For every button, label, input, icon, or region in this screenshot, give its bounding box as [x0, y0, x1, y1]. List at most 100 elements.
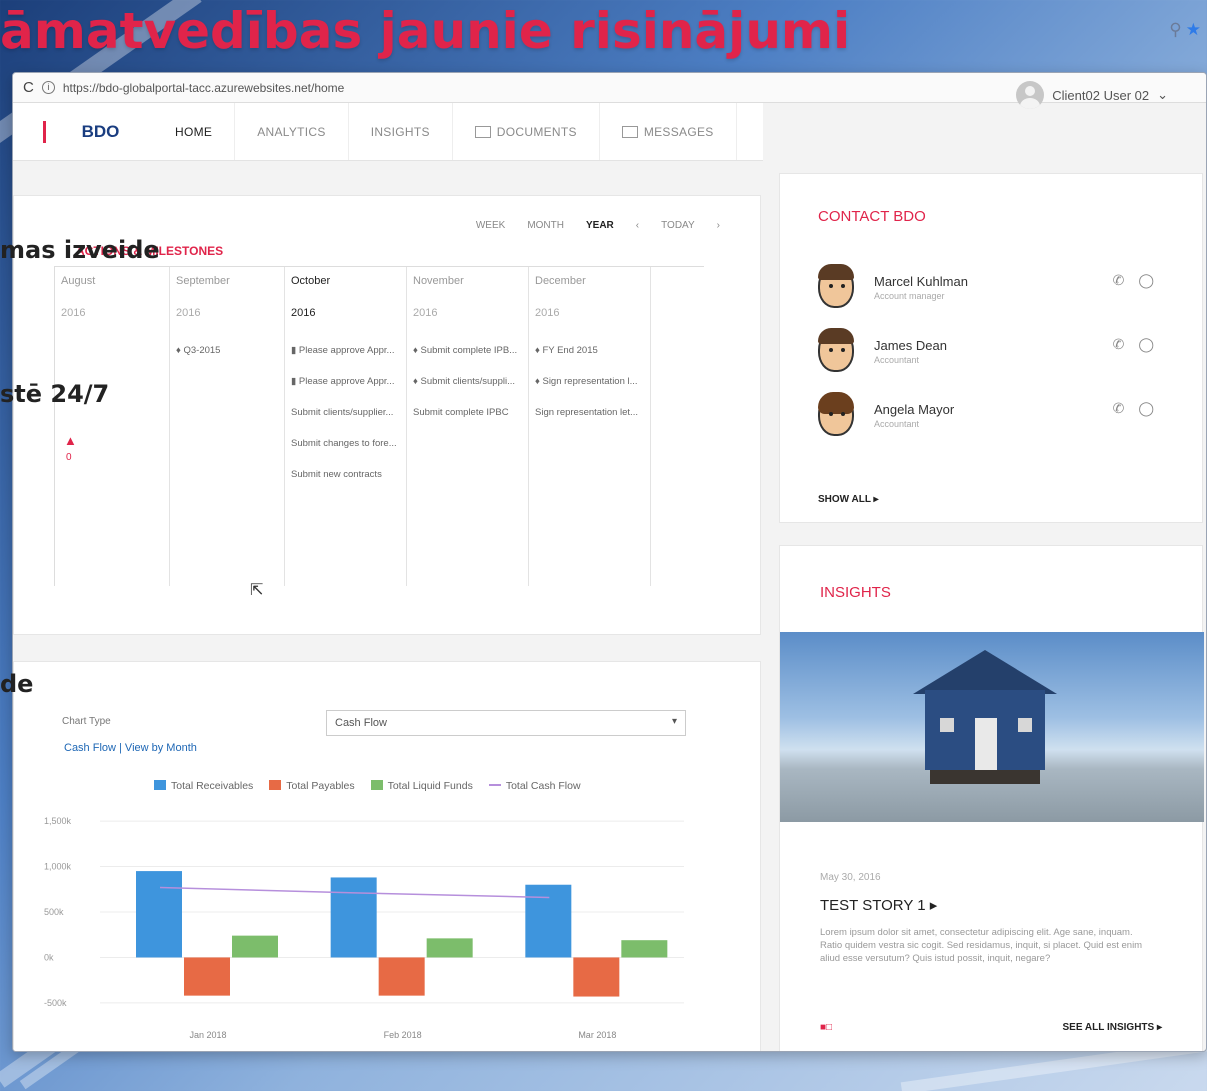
story-image[interactable] — [780, 632, 1204, 822]
contact-panel: CONTACT BDO Marcel Kuhlman Account manag… — [779, 173, 1203, 523]
calendar-year: 2016 — [413, 307, 438, 319]
bar — [426, 938, 473, 958]
calendar-column: December 2016 ♦ FY End 2015 ♦ Sign represen… — [529, 267, 651, 586]
chart-legend: Total Receivables Total Payables Total Liq… — [154, 780, 581, 792]
chart-type-select[interactable]: Cash Flow ▾ — [326, 710, 686, 736]
avatar — [818, 392, 854, 436]
legend-label: Total Receivables — [171, 780, 254, 792]
contact-row[interactable]: Marcel Kuhlman Account manager ✆◯ — [818, 264, 1168, 314]
legend-item[interactable]: Total Liquid Funds — [370, 780, 473, 792]
calendar-event[interactable]: Submit changes to fore... — [291, 438, 397, 449]
y-tick-label: 500k — [44, 907, 64, 917]
calendar-year: 2016 — [535, 307, 560, 319]
browser-window: C i https://bdo-globalportal-tacc.azurew… — [12, 72, 1207, 1052]
view-week[interactable]: WEEK — [476, 220, 505, 231]
contact-name: James Dean — [874, 338, 947, 353]
today-button[interactable]: TODAY — [661, 220, 695, 231]
legend-swatch — [488, 784, 501, 786]
story-date: May 30, 2016 — [820, 872, 881, 883]
calendar-event[interactable]: Sign representation let... — [535, 407, 638, 418]
contact-row[interactable]: Angela Mayor Accountant ✆◯ — [818, 392, 1168, 442]
chat-icon[interactable]: ◯ — [1138, 336, 1168, 352]
user-menu[interactable]: Client02 User 02 ⌄ — [1016, 81, 1168, 109]
reload-icon[interactable]: C — [23, 79, 34, 96]
overlay-line: mas izveide — [0, 236, 160, 264]
chat-icon[interactable]: ◯ — [1138, 400, 1168, 416]
phone-icon[interactable]: ✆ — [1113, 400, 1139, 416]
calendar-column: September 2016 ♦ Q3-2015 — [170, 267, 285, 586]
calendar-column: October 2016 ▮ Please approve Appr... ▮ Ple… — [285, 267, 407, 586]
legend-item[interactable]: Total Receivables — [154, 780, 253, 792]
overlay-line: de — [0, 670, 34, 698]
nav-documents[interactable]: DOCUMENTS — [453, 103, 600, 160]
calendar-column: November 2016 ♦ Submit complete IPB... ♦ Su… — [407, 267, 529, 586]
calendar-event[interactable]: ♦ Submit complete IPB... — [413, 345, 517, 356]
star-icon[interactable]: ★ — [1186, 20, 1201, 39]
x-tick-label: Feb 2018 — [384, 1030, 422, 1040]
bar — [621, 940, 668, 958]
phone-icon[interactable]: ✆ — [1113, 272, 1139, 288]
contact-title: CONTACT BDO — [818, 208, 926, 225]
contact-role: Accountant — [874, 419, 920, 429]
calendar-event[interactable]: ♦ Sign representation l... — [535, 376, 638, 387]
calendar-event[interactable]: ♦ Q3-2015 — [176, 345, 220, 356]
story-excerpt: Lorem ipsum dolor sit amet, consectetur … — [820, 927, 1143, 964]
legend-label: Total Payables — [286, 780, 355, 792]
x-tick-label: Jan 2018 — [189, 1030, 226, 1040]
corner-icons: ⚲ ★ — [1169, 20, 1201, 40]
nav-messages[interactable]: MESSAGES — [600, 103, 737, 160]
messages-icon — [621, 125, 638, 138]
calendar-month: October — [291, 275, 331, 287]
next-arrow-icon[interactable]: › — [717, 220, 720, 231]
phone-icon[interactable]: ✆ — [1113, 336, 1139, 352]
insights-title: INSIGHTS — [820, 584, 891, 601]
zoom-icon[interactable]: ⚲ — [1169, 20, 1181, 39]
prev-arrow-icon[interactable]: ‹ — [636, 220, 639, 231]
legend-item[interactable]: Total Cash Flow — [488, 780, 581, 792]
chat-icon[interactable]: ◯ — [1138, 272, 1168, 288]
info-icon[interactable]: i — [41, 81, 55, 94]
contact-name: Marcel Kuhlman — [874, 274, 968, 289]
contact-name: Angela Mayor — [874, 402, 955, 417]
user-avatar-icon — [1016, 81, 1045, 109]
chart-subtitle-link[interactable]: Cash Flow | View by Month — [64, 742, 197, 754]
nav-analytics[interactable]: ANALYTICS — [235, 103, 349, 160]
view-month[interactable]: MONTH — [527, 220, 564, 231]
bar — [184, 957, 230, 996]
see-all-insights-link[interactable]: SEE ALL INSIGHTS ▸ — [1063, 1022, 1162, 1033]
legend-swatch — [154, 780, 166, 790]
calendar-event[interactable]: Submit complete IPBC — [413, 407, 509, 418]
legend-item[interactable]: Total Payables — [269, 780, 355, 792]
nav-home[interactable]: HOME — [153, 103, 236, 160]
calendar-event[interactable]: ♦ Submit clients/suppli... — [413, 376, 515, 387]
calendar-event[interactable]: Submit new contracts — [291, 469, 382, 480]
bar — [378, 957, 425, 996]
view-year[interactable]: YEAR — [586, 220, 614, 231]
bdo-logo[interactable]: BDO — [43, 121, 153, 143]
chart-type-label: Chart Type — [62, 716, 111, 727]
bar — [573, 957, 620, 997]
insights-panel: INSIGHTS May 30, 2016 TEST STORY 1 ▸ Lor… — [779, 545, 1204, 1051]
pager-icon[interactable]: ■□ — [820, 1022, 832, 1033]
show-all-link[interactable]: SHOW ALL ▸ — [818, 494, 879, 505]
calendar-year: 2016 — [176, 307, 201, 319]
bar — [232, 935, 278, 958]
user-name: Client02 User 02 — [1052, 87, 1150, 103]
story-title[interactable]: TEST STORY 1 ▸ — [820, 896, 937, 914]
y-tick-label: 0k — [44, 952, 54, 962]
nav-insights[interactable]: INSIGHTS — [349, 103, 453, 160]
y-tick-label: 1,000k — [44, 862, 72, 872]
calendar-event[interactable]: ▮ Please approve Appr... — [291, 345, 394, 356]
y-tick-label: 1,500k — [44, 816, 72, 826]
calendar-event[interactable]: Submit clients/supplier... — [291, 407, 393, 418]
contact-role: Account manager — [874, 291, 945, 301]
bar — [136, 871, 182, 958]
contact-row[interactable]: James Dean Accountant ✆◯ — [818, 328, 1168, 378]
calendar-event[interactable]: ▮ Please approve Appr... — [291, 376, 394, 387]
calendar-event[interactable]: ♦ FY End 2015 — [535, 345, 598, 356]
cash-flow-chart: 1,500k 1,000k 500k 0k -500k Jan 2018 Feb 2018 M… — [44, 816, 684, 1040]
calendar-column: August 2016 — [55, 267, 170, 586]
url-text[interactable]: https://bdo-globalportal-tacc.azurewebsi… — [63, 81, 345, 95]
contact-role: Accountant — [874, 355, 920, 365]
bar — [330, 877, 377, 958]
